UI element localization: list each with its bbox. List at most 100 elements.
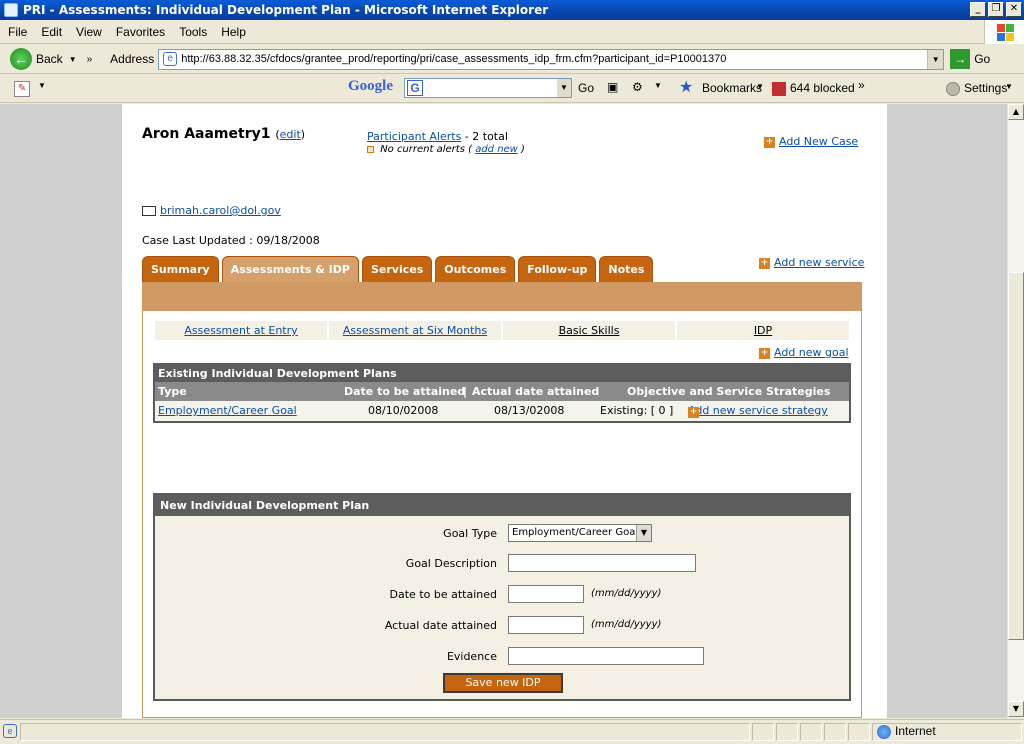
bookmarks-button[interactable]: Bookmarks: [702, 81, 762, 95]
subtab-assessment-six-months[interactable]: Assessment at Six Months: [329, 321, 501, 340]
scroll-up-icon[interactable]: ▲: [1008, 104, 1024, 120]
evidence-input[interactable]: [508, 647, 704, 665]
edit-link[interactable]: edit: [280, 128, 301, 141]
plus-icon: +: [764, 136, 775, 148]
menu-view[interactable]: View: [76, 25, 102, 39]
google-search-dropdown-icon[interactable]: ▼: [557, 79, 571, 97]
settings-dropdown-icon[interactable]: ▼: [1005, 82, 1013, 91]
status-bar: e Internet: [0, 719, 1024, 744]
menu-bar: File Edit View Favorites Tools Help: [0, 20, 1024, 44]
goal-type-select[interactable]: Employment/Career Goal ▼: [508, 524, 652, 542]
idp-actual-date: 08/13/02008: [494, 404, 565, 417]
goal-description-row: Goal Description: [155, 554, 849, 574]
tab-assessments-idp[interactable]: Assessments & IDP: [221, 256, 359, 282]
address-input[interactable]: e http://63.88.32.35/cfdocs/grantee_prod…: [158, 48, 945, 70]
menu-tools[interactable]: Tools: [179, 25, 207, 39]
goal-description-input[interactable]: [508, 554, 696, 572]
col-objectives: Objective and Service Strategies: [627, 385, 831, 398]
idp-date-to-attain: 08/10/02008: [368, 404, 439, 417]
star-icon[interactable]: ★: [679, 77, 693, 97]
google-search-input[interactable]: G ▼: [404, 78, 572, 98]
email-link[interactable]: brimah.carol@dol.gov: [160, 204, 281, 217]
subtab-basic-skills[interactable]: Basic Skills: [503, 321, 675, 340]
evidence-row: Evidence: [155, 647, 849, 667]
add-new-case-link[interactable]: Add New Case: [779, 135, 858, 148]
add-service-strategy-link[interactable]: Add new service strategy: [688, 404, 828, 417]
actual-date-label: Actual date attained: [384, 619, 497, 632]
plus-icon: +: [759, 347, 770, 359]
toolbar-overflow-icon[interactable]: »: [858, 78, 865, 92]
col-date-to-attain: Date to be attained: [344, 385, 466, 398]
actual-date-input[interactable]: [508, 616, 584, 634]
table-row: Employment/Career Goal 08/10/02008 08/13…: [155, 401, 849, 420]
existing-idp-title: Existing Individual Development Plans: [155, 365, 849, 382]
tab-notes[interactable]: Notes: [599, 256, 654, 282]
go-button[interactable]: → Go: [950, 49, 990, 69]
date-format-hint: (mm/dd/yyyy): [591, 588, 662, 599]
case-last-updated: Case Last Updated : 09/18/2008: [142, 234, 320, 247]
col-type: Type: [158, 385, 187, 398]
address-url: http://63.88.32.35/cfdocs/grantee_prod/r…: [181, 53, 727, 65]
pdf-dropdown-icon[interactable]: ▼: [38, 81, 46, 90]
col-separator: |: [463, 385, 468, 398]
gear-icon[interactable]: ⚙: [632, 80, 643, 94]
add-new-service-link[interactable]: Add new service: [774, 256, 864, 269]
date-to-attain-input[interactable]: [508, 585, 584, 603]
menu-edit[interactable]: Edit: [41, 25, 62, 39]
add-new-goal: + Add new goal: [759, 346, 849, 359]
tab-services[interactable]: Services: [361, 256, 433, 282]
participant-alerts-link[interactable]: Participant Alerts: [367, 130, 461, 143]
idp-type-link[interactable]: Employment/Career Goal: [158, 404, 297, 417]
popup-blocker-icon: [772, 82, 786, 96]
scroll-down-icon[interactable]: ▼: [1008, 701, 1024, 717]
goal-type-row: Goal Type Employment/Career Goal ▼: [155, 524, 849, 544]
add-new-alert-link[interactable]: add new: [475, 144, 518, 155]
idp-existing-count: Existing: [ 0 ]: [600, 404, 674, 417]
google-logo: Google: [348, 78, 393, 94]
address-dropdown-icon[interactable]: ▼: [927, 49, 944, 69]
menu-file[interactable]: File: [8, 25, 27, 39]
alerts-total: - 2 total: [464, 130, 508, 143]
col-actual-date: Actual date attained: [472, 385, 600, 398]
settings-button[interactable]: Settings: [964, 81, 1007, 95]
back-dropdown-icon[interactable]: ▼: [69, 55, 77, 64]
chevron-down-icon: ▼: [636, 525, 651, 541]
globe-icon: [877, 724, 891, 739]
menu-favorites[interactable]: Favorites: [116, 25, 165, 39]
maximize-button[interactable]: ❐: [988, 2, 1004, 17]
minimize-button[interactable]: _: [970, 2, 986, 17]
toolbar-overflow-icon[interactable]: »: [87, 54, 93, 65]
status-cell: [824, 723, 846, 741]
options-dropdown-icon[interactable]: ▼: [654, 81, 662, 90]
tab-panel: Assessment at Entry Assessment at Six Mo…: [142, 282, 862, 718]
ie-icon: [4, 3, 18, 17]
page-icon: e: [163, 52, 178, 66]
participant-name: Aron Aaametry1: [142, 126, 271, 142]
vertical-scrollbar[interactable]: ▲ ▼: [1007, 104, 1024, 718]
browser-viewport: Aron Aaametry1 (edit) Participant Alerts…: [0, 104, 1007, 718]
google-toolbar: ✎ ▼ Google G ▼ Go ▣ ⚙ ▼ ★ Bookmarks ▼ 64…: [0, 75, 1024, 103]
menu-help[interactable]: Help: [221, 25, 246, 39]
date-format-hint: (mm/dd/yyyy): [591, 619, 662, 630]
google-go-button[interactable]: Go: [578, 81, 594, 95]
news-icon[interactable]: ▣: [607, 80, 618, 94]
close-button[interactable]: ✕: [1006, 2, 1022, 17]
plus-icon: +: [688, 407, 699, 418]
popup-blocked-count[interactable]: 644 blocked: [790, 81, 855, 95]
assessment-subtabs: Assessment at Entry Assessment at Six Mo…: [155, 321, 849, 340]
participant-header: Aron Aaametry1 (edit): [142, 126, 306, 142]
scrollbar-thumb[interactable]: [1008, 272, 1024, 640]
save-new-idp-button[interactable]: Save new IDP: [443, 673, 563, 693]
tab-outcomes[interactable]: Outcomes: [435, 256, 516, 282]
subtab-idp[interactable]: IDP: [677, 321, 849, 340]
pdf-icon[interactable]: ✎: [14, 81, 30, 97]
page-content: Aron Aaametry1 (edit) Participant Alerts…: [122, 104, 887, 718]
subtab-assessment-entry[interactable]: Assessment at Entry: [155, 321, 327, 340]
alert-bullet-icon: [367, 145, 374, 153]
tab-summary[interactable]: Summary: [142, 256, 219, 282]
add-new-goal-link[interactable]: Add new goal: [774, 346, 849, 359]
no-alerts-text: No current alerts (: [380, 144, 472, 155]
tab-follow-up[interactable]: Follow-up: [518, 256, 597, 282]
back-button[interactable]: ← Back ▼: [10, 48, 77, 70]
bookmarks-dropdown-icon[interactable]: ▼: [756, 82, 764, 91]
